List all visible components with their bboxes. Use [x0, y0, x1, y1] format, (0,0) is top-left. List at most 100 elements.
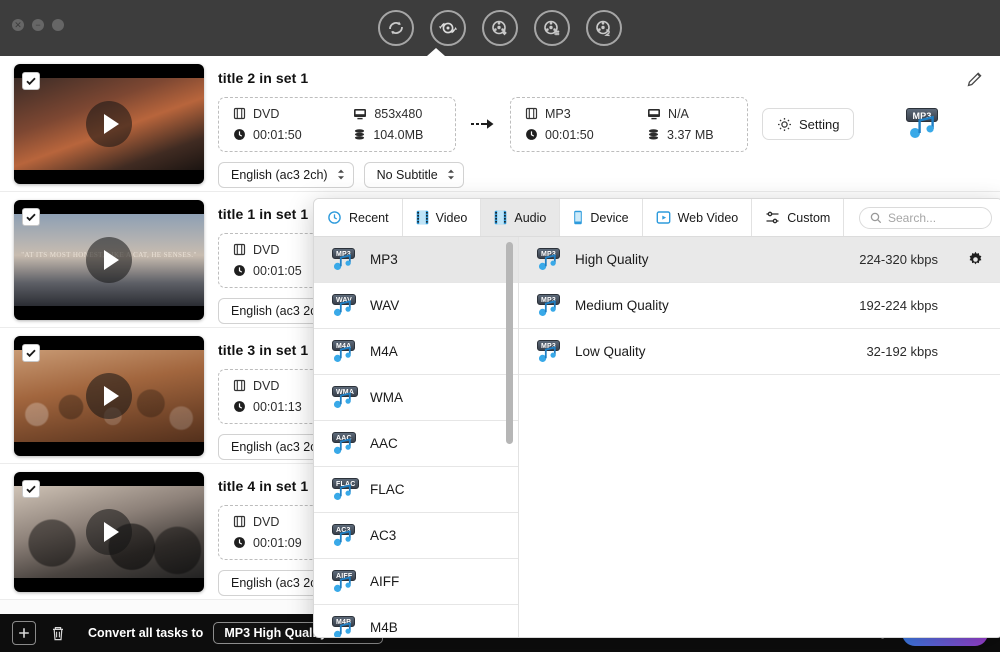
play-icon[interactable] — [86, 236, 132, 283]
app-window: ✕ − title 2 in set 1 DVD 853x480 00:01:5… — [0, 0, 1000, 652]
downloader-tab-icon[interactable] — [482, 10, 518, 46]
task-checkbox[interactable] — [22, 71, 40, 90]
tab-recent[interactable]: Recent — [314, 199, 403, 236]
quality-label: Low Quality — [575, 344, 646, 359]
tab-audio[interactable]: Audio — [481, 199, 561, 236]
format-popup-body: MP3 MP3 WAV WAV M4A M4A WMA WMA AAC AAC … — [314, 237, 1000, 637]
quality-bitrate: 32-192 kbps — [866, 344, 938, 359]
device-phone-icon — [574, 210, 583, 225]
quality-list[interactable]: MP3 High Quality 224-320 kbps MP3 Medium… — [519, 237, 1000, 637]
music-note-icon — [910, 115, 935, 139]
target-duration: 00:01:50 — [525, 128, 613, 142]
format-label: WMA — [370, 390, 403, 405]
setting-button[interactable]: Setting — [762, 108, 855, 140]
format-label: M4A — [370, 344, 398, 359]
task-checkbox[interactable] — [22, 343, 40, 362]
track-selectors: English (ac3 2ch) No Subtitle — [218, 161, 986, 188]
list-item[interactable]: WAV WAV — [314, 283, 518, 329]
converter-tab-icon[interactable] — [378, 10, 414, 46]
target-format: MP3 — [525, 107, 613, 121]
source-size: 104.0MB — [353, 128, 441, 142]
gear-icon — [969, 251, 982, 265]
list-item[interactable]: M4B M4B — [314, 605, 518, 637]
chevron-updown-icon — [337, 169, 345, 180]
format-list[interactable]: MP3 MP3 WAV WAV M4A M4A WMA WMA AAC AAC … — [314, 237, 519, 637]
source-format: DVD — [233, 107, 319, 121]
quality-settings-gear[interactable] — [950, 251, 984, 268]
search-placeholder: Search... — [888, 210, 937, 225]
music-note-icon — [333, 345, 351, 362]
target-info-box: MP3 N/A 00:01:50 3.37 MB — [510, 96, 748, 152]
task-thumbnail[interactable] — [14, 63, 204, 184]
task-thumbnail[interactable] — [14, 335, 204, 456]
format-label: FLAC — [370, 482, 405, 497]
task-thumbnail[interactable] — [14, 471, 204, 592]
task-details: title 2 in set 1 DVD 853x480 00:01:50 10… — [204, 64, 986, 188]
audio-track-value: English (ac3 2ch) — [231, 167, 328, 182]
video-film-icon — [416, 210, 428, 225]
quality-label: Medium Quality — [575, 298, 669, 313]
format-label: MP3 — [370, 252, 398, 267]
edit-pencil-icon[interactable] — [966, 70, 984, 93]
music-note-icon — [333, 575, 351, 592]
subtitle-value: No Subtitle — [376, 167, 438, 182]
gear-icon — [778, 117, 791, 131]
search-input[interactable]: Search... — [859, 206, 992, 229]
sliders-icon — [766, 211, 779, 224]
add-file-button[interactable] — [12, 621, 36, 645]
list-item[interactable]: MP3 High Quality 224-320 kbps — [519, 237, 1000, 283]
page-title: title 2 in set 1 — [218, 69, 309, 86]
list-item[interactable]: AIFF AIFF — [314, 559, 518, 605]
list-item[interactable]: MP3 MP3 — [314, 237, 518, 283]
quality-label: High Quality — [575, 252, 649, 267]
music-note-icon — [538, 299, 556, 316]
list-item[interactable]: MP3 Low Quality 32-192 kbps — [519, 329, 1000, 375]
source-resolution: 853x480 — [353, 107, 441, 121]
music-note-icon — [538, 345, 556, 362]
music-note-icon — [333, 299, 351, 316]
subtitle-select[interactable]: No Subtitle — [363, 161, 464, 188]
play-icon[interactable] — [86, 100, 132, 147]
target-size: 3.37 MB — [647, 128, 733, 142]
tab-web-video[interactable]: Web Video — [643, 199, 753, 236]
search-icon — [870, 212, 882, 223]
quality-bitrate: 224-320 kbps — [859, 252, 938, 267]
tab-label: Audio — [514, 210, 547, 225]
tab-label: Video — [435, 210, 468, 225]
music-note-icon — [333, 253, 351, 270]
format-label: AIFF — [370, 574, 400, 589]
list-item[interactable]: AAC AAC — [314, 421, 518, 467]
scrollbar-thumb[interactable] — [506, 242, 513, 444]
task-checkbox[interactable] — [22, 207, 40, 226]
task-thumbnail[interactable]: "AT ITS MOST HONEST, LIKE A CAT, HE SENS… — [14, 199, 204, 320]
format-label: M4B — [370, 620, 398, 635]
dvd-ripper-tab-icon[interactable] — [430, 10, 466, 46]
music-note-icon — [333, 437, 351, 454]
music-note-icon — [333, 391, 351, 408]
list-item[interactable]: FLAC FLAC — [314, 467, 518, 513]
recorder-tab-icon[interactable] — [586, 10, 622, 46]
convert-all-label: Convert all tasks to — [88, 626, 204, 640]
task-checkbox[interactable] — [22, 479, 40, 498]
tab-device[interactable]: Device — [560, 199, 643, 236]
title-bar: ✕ − — [0, 0, 1000, 56]
list-item[interactable]: AC3 AC3 — [314, 513, 518, 559]
toolbox-tab-icon[interactable] — [534, 10, 570, 46]
scrollbar[interactable] — [506, 242, 513, 633]
tab-video[interactable]: Video — [403, 199, 482, 236]
delete-button[interactable] — [46, 621, 70, 645]
conversion-summary: DVD 853x480 00:01:50 104.0MB MP3 N/A 00:… — [218, 96, 986, 152]
list-item[interactable]: MP3 Medium Quality 192-224 kbps — [519, 283, 1000, 329]
play-icon[interactable] — [86, 372, 132, 419]
source-duration: 00:01:50 — [233, 128, 319, 142]
audio-track-select[interactable]: English (ac3 2ch) — [218, 161, 354, 188]
list-item[interactable]: WMA WMA — [314, 375, 518, 421]
table-row[interactable]: title 2 in set 1 DVD 853x480 00:01:50 10… — [0, 56, 1000, 192]
tab-custom[interactable]: Custom — [752, 199, 845, 236]
target-format-icon[interactable]: MP3 — [902, 106, 946, 142]
music-note-icon — [333, 621, 351, 637]
list-item[interactable]: M4A M4A — [314, 329, 518, 375]
quality-bitrate: 192-224 kbps — [859, 298, 938, 313]
play-icon[interactable] — [86, 508, 132, 555]
web-video-icon — [656, 211, 670, 224]
